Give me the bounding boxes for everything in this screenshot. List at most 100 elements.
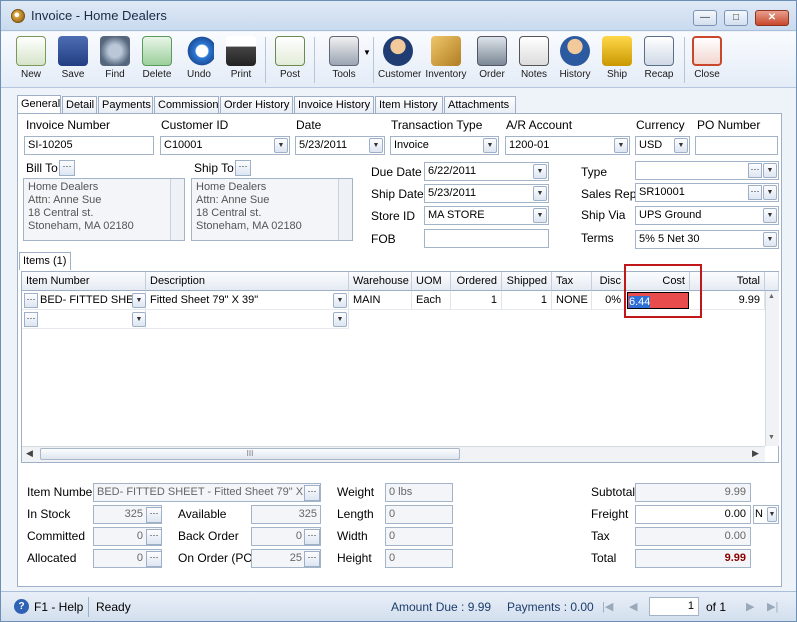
undo-button[interactable]: Undo: [181, 34, 217, 86]
last-page-icon[interactable]: ▶|: [767, 600, 778, 613]
date-field[interactable]: 5/23/2011 ▼: [295, 136, 385, 155]
cell-shipped[interactable]: 1: [502, 291, 552, 310]
scroll-left-icon[interactable]: ◀: [26, 448, 33, 459]
tab-order-history[interactable]: Order History: [220, 96, 293, 114]
sales-rep-lookup-button[interactable]: ⋯: [748, 185, 762, 200]
tab-invoice-history[interactable]: Invoice History: [294, 96, 374, 114]
col-warehouse[interactable]: Warehouse: [349, 272, 412, 291]
terms-select[interactable]: 5% 5 Net 30 ▼: [635, 230, 779, 249]
first-page-icon[interactable]: |◀: [602, 600, 613, 613]
col-item-number[interactable]: Item Number: [22, 272, 146, 291]
chevron-down-icon[interactable]: ▼: [763, 208, 777, 223]
col-shipped[interactable]: Shipped: [502, 272, 552, 291]
chevron-down-icon[interactable]: ▼: [763, 232, 777, 247]
allocated-lookup-button[interactable]: ⋯: [146, 551, 162, 567]
cell-uom[interactable]: Each: [412, 291, 451, 310]
grid-vertical-scrollbar[interactable]: [765, 291, 779, 446]
item-number-lookup-button[interactable]: ⋯: [304, 485, 320, 501]
chevron-down-icon[interactable]: ▼: [132, 293, 146, 308]
ship-to-scrollbar[interactable]: [338, 179, 352, 240]
store-id-field[interactable]: MA STORE ▼: [424, 206, 549, 225]
chevron-down-icon[interactable]: ▼: [763, 163, 777, 178]
chevron-down-icon[interactable]: ▼: [483, 138, 497, 153]
chevron-down-icon[interactable]: ▼: [533, 164, 547, 179]
cell-disc[interactable]: 0%: [592, 291, 626, 310]
type-field[interactable]: ▼ ⋯: [635, 161, 779, 180]
committed-lookup-button[interactable]: ⋯: [146, 529, 162, 545]
col-disc[interactable]: Disc: [592, 272, 626, 291]
due-date-field[interactable]: 6/22/2011 ▼: [424, 162, 549, 181]
notes-button[interactable]: Notes: [516, 34, 552, 86]
customer-id-field[interactable]: C10001 ▼: [160, 136, 290, 155]
chevron-down-icon[interactable]: ▼: [614, 138, 628, 153]
tab-commission[interactable]: Commission: [154, 96, 219, 114]
chevron-down-icon[interactable]: ▼: [274, 138, 288, 153]
maximize-button[interactable]: □: [724, 10, 748, 26]
back-order-lookup-button[interactable]: ⋯: [304, 529, 320, 545]
item-lookup-button[interactable]: ⋯: [24, 293, 38, 308]
weight-field[interactable]: 0 lbs: [385, 483, 453, 502]
ship-date-field[interactable]: 5/23/2011 ▼: [424, 184, 549, 203]
next-page-icon[interactable]: ▶: [746, 600, 754, 613]
length-field[interactable]: 0: [385, 505, 453, 524]
item-lookup-button[interactable]: ⋯: [24, 312, 38, 327]
total-field[interactable]: 9.99: [635, 549, 751, 568]
bill-to-scrollbar[interactable]: [170, 179, 184, 240]
help-icon[interactable]: ?: [14, 599, 29, 614]
recap-button[interactable]: Recap: [641, 34, 677, 86]
order-button[interactable]: Order: [474, 34, 510, 86]
cell-item-number-empty[interactable]: [22, 310, 146, 329]
new-button[interactable]: New: [13, 34, 49, 86]
save-button[interactable]: Save: [55, 34, 91, 86]
chevron-down-icon[interactable]: ▼: [674, 138, 688, 153]
cell-ordered[interactable]: 1: [451, 291, 502, 310]
scroll-up-icon[interactable]: ▲: [768, 293, 775, 300]
chevron-down-icon[interactable]: ▼: [533, 208, 547, 223]
chevron-down-icon[interactable]: ▼: [132, 312, 146, 327]
tab-general[interactable]: General: [17, 95, 61, 115]
col-description[interactable]: Description: [146, 272, 349, 291]
close-window-button[interactable]: ✕: [755, 10, 789, 26]
print-button[interactable]: Print: [223, 34, 259, 86]
height-field[interactable]: 0: [385, 549, 453, 568]
col-uom[interactable]: UOM: [412, 272, 451, 291]
ship-to-address[interactable]: Home Dealers Attn: Anne Sue 18 Central st.…: [191, 178, 353, 241]
sales-rep-field[interactable]: SR10001 ▼ ⋯: [635, 183, 779, 202]
ship-to-lookup-button[interactable]: ⋯: [235, 160, 251, 176]
tab-item-history[interactable]: Item History: [375, 96, 443, 114]
tools-dropdown-icon[interactable]: ▼: [363, 48, 371, 57]
cell-tax[interactable]: NONE: [552, 291, 592, 310]
bill-to-lookup-button[interactable]: ⋯: [59, 160, 75, 176]
find-button[interactable]: Find: [97, 34, 133, 86]
po-number-field[interactable]: [695, 136, 778, 155]
type-lookup-button[interactable]: ⋯: [748, 163, 762, 178]
chevron-down-icon[interactable]: ▼: [333, 293, 347, 308]
tab-detail[interactable]: Detail: [62, 96, 97, 114]
transaction-type-select[interactable]: Invoice ▼: [390, 136, 499, 155]
inventory-button[interactable]: Inventory: [424, 34, 468, 86]
items-section-tab[interactable]: Items (1): [19, 252, 71, 270]
on-order-lookup-button[interactable]: ⋯: [304, 551, 320, 567]
in-stock-lookup-button[interactable]: ⋯: [146, 507, 162, 523]
ship-via-select[interactable]: UPS Ground ▼: [635, 206, 779, 225]
help-link[interactable]: F1 - Help: [34, 600, 83, 614]
tools-button[interactable]: Tools: [319, 34, 369, 86]
chevron-down-icon[interactable]: ▼: [533, 186, 547, 201]
item-number-field[interactable]: BED- FITTED SHEET - Fitted Sheet 79" X 3…: [93, 483, 321, 502]
page-number-input[interactable]: 1: [649, 597, 699, 616]
chevron-down-icon[interactable]: ▼: [369, 138, 383, 153]
customer-button[interactable]: Customer: [378, 34, 421, 86]
width-field[interactable]: 0: [385, 527, 453, 546]
tab-attachments[interactable]: Attachments: [444, 96, 516, 114]
scroll-down-icon[interactable]: ▼: [768, 434, 775, 441]
subtotal-field[interactable]: 9.99: [635, 483, 751, 502]
delete-button[interactable]: Delete: [139, 34, 175, 86]
freight-field[interactable]: 0.00: [635, 505, 751, 524]
close-button[interactable]: Close: [689, 34, 725, 86]
available-field[interactable]: 325: [251, 505, 321, 524]
ship-button[interactable]: Ship: [599, 34, 635, 86]
currency-select[interactable]: USD ▼: [635, 136, 690, 155]
cell-description-empty[interactable]: [146, 310, 349, 329]
tab-payments[interactable]: Payments: [98, 96, 153, 114]
cell-warehouse[interactable]: MAIN: [349, 291, 412, 310]
